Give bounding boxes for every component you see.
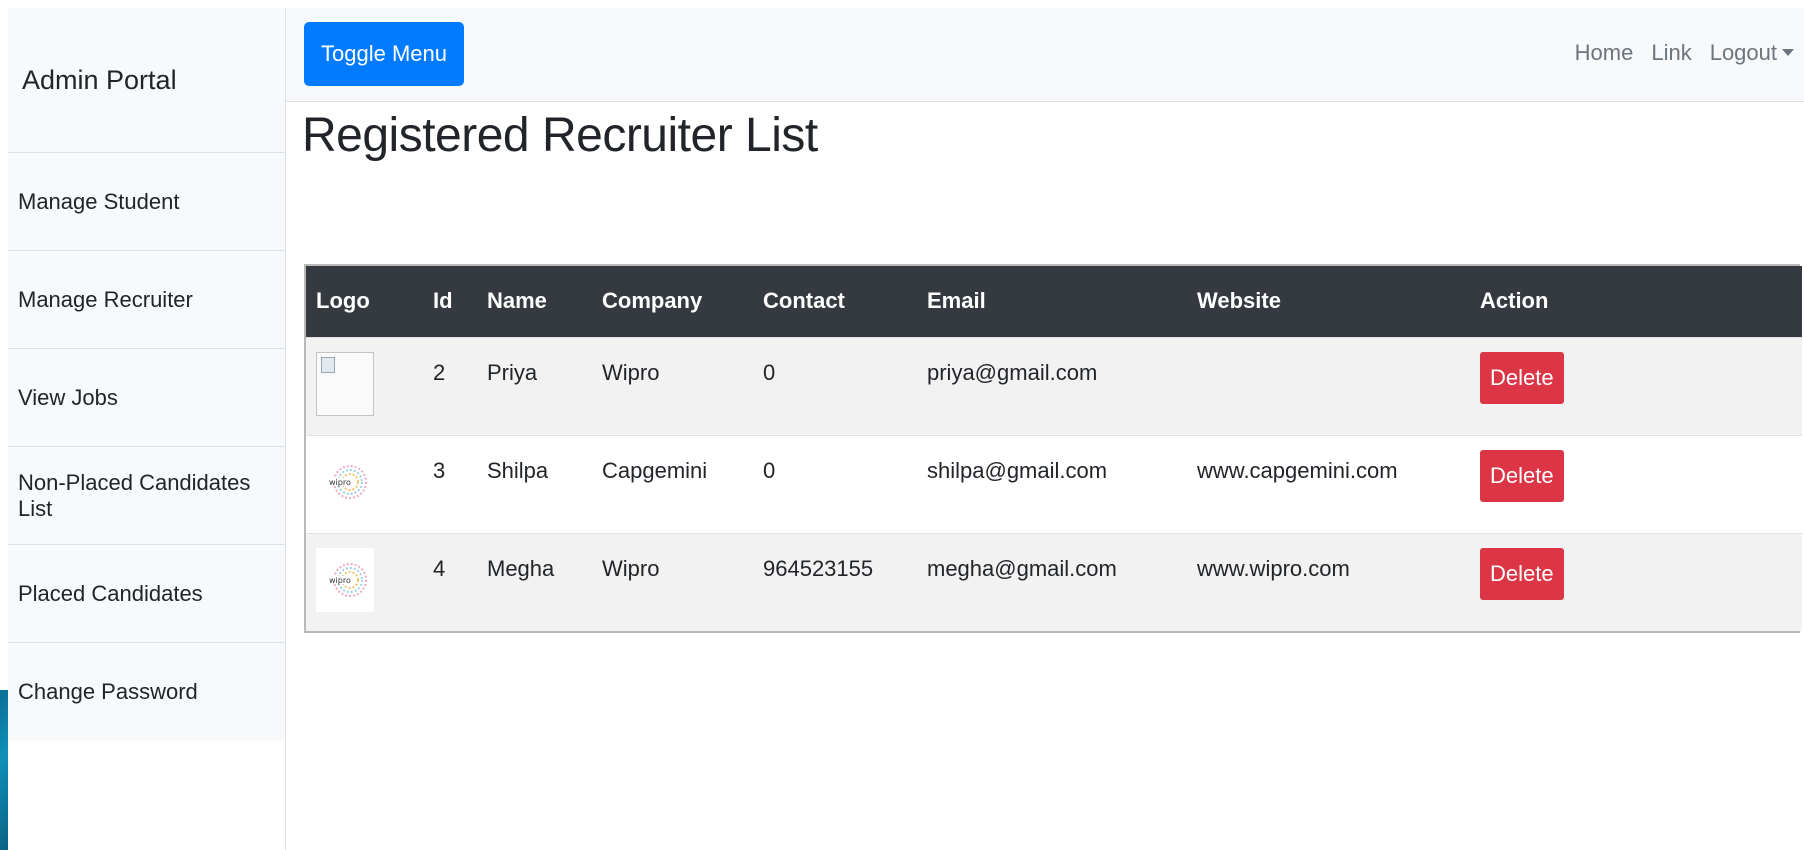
wipro-logo-icon: wipro bbox=[316, 449, 374, 514]
cell-id: 3 bbox=[433, 457, 446, 483]
sidebar-heading: Admin Portal bbox=[8, 8, 285, 153]
delete-button[interactable]: Delete bbox=[1480, 351, 1564, 404]
nav-dropdown-logout[interactable]: Logout bbox=[1710, 40, 1794, 66]
sidebar-item-label: Manage Student bbox=[18, 188, 180, 214]
logout-label: Logout bbox=[1709, 40, 1777, 65]
cell-email: megha@gmail.com bbox=[927, 555, 1117, 581]
cell-name: Shilpa bbox=[487, 457, 549, 483]
cell-contact: 0 bbox=[763, 359, 776, 385]
cell-website: www.capgemini.com bbox=[1197, 457, 1398, 483]
cell-id: 4 bbox=[433, 555, 446, 581]
wipro-logo-graphic: wipro bbox=[328, 464, 367, 499]
svg-text:wipro: wipro bbox=[329, 576, 351, 585]
column-header-name: Name bbox=[487, 288, 547, 314]
cell-contact: 0 bbox=[763, 457, 776, 483]
column-header-contact: Contact bbox=[763, 288, 845, 314]
cell-website bbox=[1187, 337, 1470, 435]
recruiter-table-container: Logo Id Name Company Contact Email Websi… bbox=[304, 264, 1802, 633]
cell-name: Megha bbox=[487, 555, 555, 581]
table-row: wipro 4 Megha Wipro 964523155 megha@gmai… bbox=[306, 533, 1802, 631]
top-navbar: Toggle Menu Home Link Logout bbox=[286, 8, 1804, 102]
sidebar: Admin Portal Manage Student Manage Recru… bbox=[8, 8, 286, 850]
navbar-links: Home Link Logout bbox=[1575, 40, 1794, 66]
cell-email: shilpa@gmail.com bbox=[927, 457, 1108, 483]
nav-link-link[interactable]: Link bbox=[1651, 40, 1691, 66]
sidebar-item-label: View Jobs bbox=[18, 384, 118, 410]
cell-company: Capgemini bbox=[602, 457, 708, 483]
toggle-menu-button[interactable]: Toggle Menu bbox=[304, 22, 464, 86]
wipro-logo-graphic: wipro bbox=[328, 562, 367, 597]
cell-contact: 964523155 bbox=[763, 555, 874, 581]
sidebar-item-manage-student[interactable]: Manage Student bbox=[8, 153, 285, 251]
logo-cell: wipro bbox=[306, 435, 423, 533]
delete-button[interactable]: Delete bbox=[1480, 449, 1564, 502]
sidebar-item-label: Non-Placed Candidates List bbox=[18, 469, 251, 521]
nav-link-home[interactable]: Home bbox=[1575, 40, 1634, 66]
sidebar-item-placed-candidates[interactable]: Placed Candidates bbox=[8, 545, 285, 643]
column-header-company: Company bbox=[602, 288, 703, 314]
sidebar-item-non-placed-candidates[interactable]: Non-Placed Candidates List bbox=[8, 447, 285, 545]
column-header-logo: Logo bbox=[316, 288, 370, 314]
cell-email: priya@gmail.com bbox=[927, 359, 1098, 385]
wipro-logo-icon: wipro bbox=[316, 547, 374, 612]
recruiter-table: Logo Id Name Company Contact Email Websi… bbox=[306, 266, 1802, 631]
sidebar-item-label: Manage Recruiter bbox=[18, 286, 193, 312]
cell-company: Wipro bbox=[602, 555, 660, 581]
cell-action: Delete bbox=[1470, 337, 1802, 435]
logo-cell bbox=[306, 337, 423, 435]
column-header-id: Id bbox=[433, 288, 453, 314]
sidebar-item-change-password[interactable]: Change Password bbox=[8, 643, 285, 741]
table-header-row: Logo Id Name Company Contact Email Websi… bbox=[306, 266, 1802, 337]
sidebar-item-manage-recruiter[interactable]: Manage Recruiter bbox=[8, 251, 285, 349]
cell-name: Priya bbox=[487, 359, 538, 385]
column-header-email: Email bbox=[927, 288, 986, 314]
cell-id: 2 bbox=[433, 359, 446, 385]
broken-image-icon bbox=[316, 351, 374, 416]
svg-text:wipro: wipro bbox=[329, 478, 351, 487]
sidebar-item-label: Change Password bbox=[18, 679, 198, 704]
page-title: Registered Recruiter List bbox=[302, 109, 818, 162]
table-row: 2 Priya Wipro 0 priya@gmail.com Delete bbox=[306, 337, 1802, 435]
sidebar-item-view-jobs[interactable]: View Jobs bbox=[8, 349, 285, 447]
delete-button[interactable]: Delete bbox=[1480, 547, 1564, 600]
column-header-action: Action bbox=[1480, 288, 1549, 314]
cell-website: www.wipro.com bbox=[1197, 555, 1350, 581]
logo-cell: wipro bbox=[306, 533, 423, 631]
column-header-website: Website bbox=[1197, 288, 1281, 314]
table-row: wipro 3 Shilpa Capgemini 0 shilpa@gmail.… bbox=[306, 435, 1802, 533]
sidebar-item-label: Placed Candidates bbox=[18, 580, 203, 606]
caret-down-icon bbox=[1782, 49, 1794, 56]
cell-action: Delete bbox=[1470, 435, 1802, 533]
cell-action: Delete bbox=[1470, 533, 1802, 631]
cell-company: Wipro bbox=[602, 359, 660, 385]
